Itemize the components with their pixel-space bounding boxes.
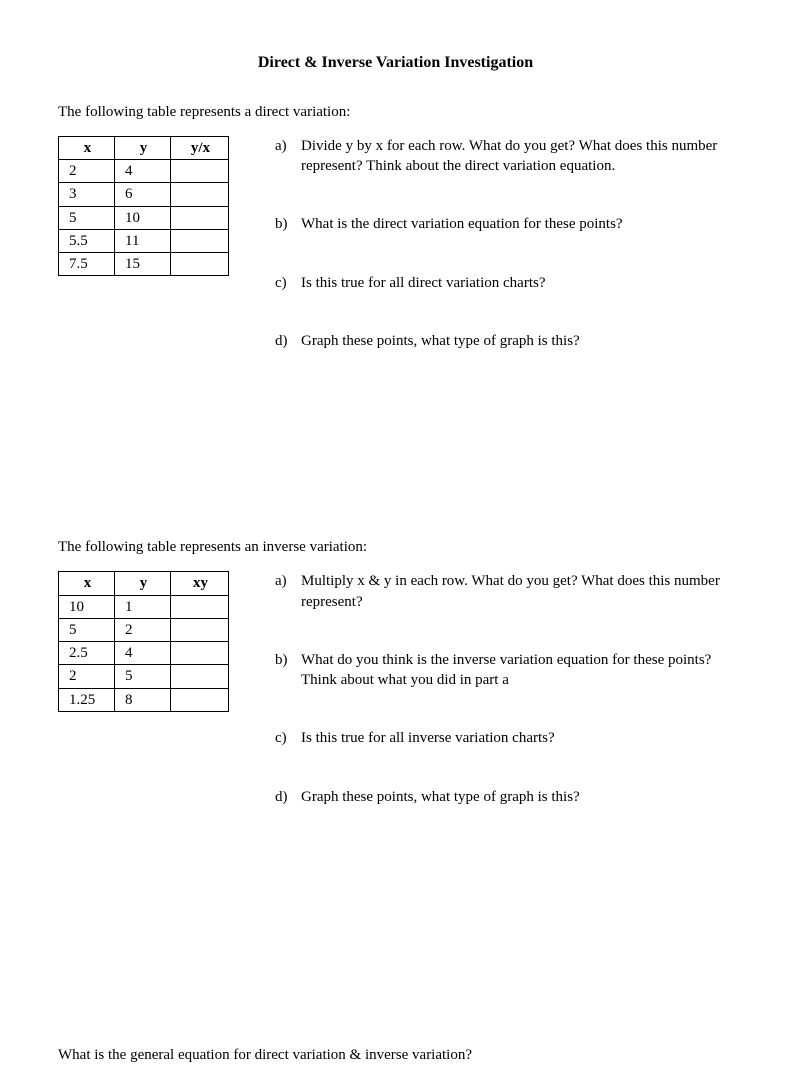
question-item: a) Divide y by x for each row. What do y… <box>261 136 733 177</box>
cell-calc <box>171 183 229 206</box>
page-title: Direct & Inverse Variation Investigation <box>58 52 733 74</box>
cell-x: 3 <box>59 183 115 206</box>
section1-intro: The following table represents a direct … <box>58 102 733 122</box>
question-item: c) Is this true for all inverse variatio… <box>261 728 733 748</box>
question-item: a) Multiply x & y in each row. What do y… <box>261 571 733 612</box>
question-label: a) <box>275 571 301 612</box>
section1: x y y/x 2 4 3 6 5 10 5.5 11 <box>58 136 733 389</box>
question-label: a) <box>275 136 301 177</box>
cell-x: 2 <box>59 160 115 183</box>
section1-questions: a) Divide y by x for each row. What do y… <box>261 136 733 389</box>
question-text: Multiply x & y in each row. What do you … <box>301 571 733 612</box>
cell-y: 4 <box>115 642 171 665</box>
cell-y: 1 <box>115 595 171 618</box>
cell-x: 10 <box>59 595 115 618</box>
cell-x: 5 <box>59 206 115 229</box>
question-label: b) <box>275 650 301 691</box>
question-label: d) <box>275 331 301 351</box>
section2-questions: a) Multiply x & y in each row. What do y… <box>261 571 733 845</box>
spacer <box>58 389 733 537</box>
cell-y: 6 <box>115 183 171 206</box>
question-item: c) Is this true for all direct variation… <box>261 273 733 293</box>
cell-calc <box>171 595 229 618</box>
cell-x: 5 <box>59 618 115 641</box>
header-y: y <box>115 572 171 595</box>
cell-y: 11 <box>115 229 171 252</box>
question-label: d) <box>275 787 301 807</box>
cell-x: 5.5 <box>59 229 115 252</box>
section2-table: x y xy 10 1 5 2 2.5 4 2 5 <box>58 571 229 712</box>
question-label: c) <box>275 273 301 293</box>
question-label: b) <box>275 214 301 234</box>
header-x: x <box>59 136 115 159</box>
cell-x: 2 <box>59 665 115 688</box>
cell-calc <box>171 618 229 641</box>
section2-intro: The following table represents an invers… <box>58 537 733 557</box>
table-row: 1.25 8 <box>59 688 229 711</box>
cell-calc <box>171 688 229 711</box>
final-question: What is the general equation for direct … <box>58 1045 733 1065</box>
cell-y: 4 <box>115 160 171 183</box>
cell-x: 2.5 <box>59 642 115 665</box>
question-item: d) Graph these points, what type of grap… <box>261 331 733 351</box>
header-x: x <box>59 572 115 595</box>
question-text: Graph these points, what type of graph i… <box>301 787 733 807</box>
question-text: What do you think is the inverse variati… <box>301 650 733 691</box>
cell-calc <box>171 160 229 183</box>
table-row: 3 6 <box>59 183 229 206</box>
cell-y: 15 <box>115 253 171 276</box>
question-label: c) <box>275 728 301 748</box>
cell-y: 2 <box>115 618 171 641</box>
table-header-row: x y xy <box>59 572 229 595</box>
table-row: 5 2 <box>59 618 229 641</box>
question-text: What is the direct variation equation fo… <box>301 214 733 234</box>
section1-table: x y y/x 2 4 3 6 5 10 5.5 11 <box>58 136 229 277</box>
cell-calc <box>171 665 229 688</box>
question-text: Graph these points, what type of graph i… <box>301 331 733 351</box>
table-row: 10 1 <box>59 595 229 618</box>
cell-calc <box>171 229 229 252</box>
table-row: 2 5 <box>59 665 229 688</box>
question-item: d) Graph these points, what type of grap… <box>261 787 733 807</box>
table-row: 2.5 4 <box>59 642 229 665</box>
table-row: 5.5 11 <box>59 229 229 252</box>
question-item: b) What do you think is the inverse vari… <box>261 650 733 691</box>
cell-calc <box>171 642 229 665</box>
cell-x: 1.25 <box>59 688 115 711</box>
cell-y: 5 <box>115 665 171 688</box>
cell-calc <box>171 206 229 229</box>
table-row: 7.5 15 <box>59 253 229 276</box>
spacer <box>58 845 733 1045</box>
cell-y: 10 <box>115 206 171 229</box>
cell-y: 8 <box>115 688 171 711</box>
question-text: Is this true for all inverse variation c… <box>301 728 733 748</box>
section2-table-wrap: x y xy 10 1 5 2 2.5 4 2 5 <box>58 571 229 712</box>
question-text: Divide y by x for each row. What do you … <box>301 136 733 177</box>
header-y: y <box>115 136 171 159</box>
section2: x y xy 10 1 5 2 2.5 4 2 5 <box>58 571 733 845</box>
section1-table-wrap: x y y/x 2 4 3 6 5 10 5.5 11 <box>58 136 229 277</box>
table-header-row: x y y/x <box>59 136 229 159</box>
header-calc: xy <box>171 572 229 595</box>
table-row: 2 4 <box>59 160 229 183</box>
cell-calc <box>171 253 229 276</box>
header-calc: y/x <box>171 136 229 159</box>
cell-x: 7.5 <box>59 253 115 276</box>
table-row: 5 10 <box>59 206 229 229</box>
question-item: b) What is the direct variation equation… <box>261 214 733 234</box>
question-text: Is this true for all direct variation ch… <box>301 273 733 293</box>
